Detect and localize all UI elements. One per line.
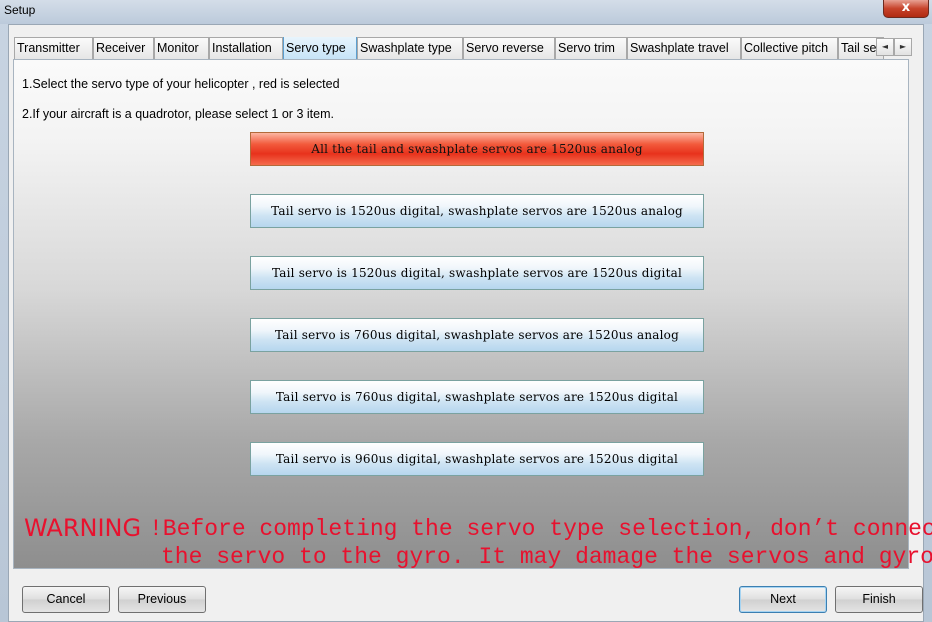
previous-button[interactable]: Previous (118, 586, 206, 613)
tab-transmitter[interactable]: Transmitter (14, 37, 93, 59)
servo-option-1-button[interactable]: All the tail and swashplate servos are 1… (250, 132, 704, 166)
setup-dialog: Transmitter Receiver Monitor Installatio… (8, 24, 932, 622)
next-button[interactable]: Next (739, 586, 827, 613)
tab-scroll-left-icon[interactable]: ◄ (876, 38, 894, 56)
instruction-line-2: 2.If your aircraft is a quadrotor, pleas… (22, 107, 334, 121)
servo-option-3-button[interactable]: Tail servo is 1520us digital, swashplate… (250, 256, 704, 290)
tab-collective-pitch[interactable]: Collective pitch (741, 37, 838, 59)
tab-monitor[interactable]: Monitor (154, 37, 209, 59)
servo-option-6-button[interactable]: Tail servo is 960us digital, swashplate … (250, 442, 704, 476)
instruction-line-1: 1.Select the servo type of your helicopt… (22, 77, 340, 91)
tab-installation[interactable]: Installation (209, 37, 283, 59)
tab-strip: Transmitter Receiver Monitor Installatio… (14, 37, 884, 59)
close-button[interactable]: x (883, 0, 929, 18)
servo-type-page: 1.Select the servo type of your helicopt… (13, 59, 932, 570)
tab-servo-reverse[interactable]: Servo reverse (463, 37, 555, 59)
cancel-button[interactable]: Cancel (22, 586, 110, 613)
tab-swashplate-type[interactable]: Swashplate type (357, 37, 463, 59)
warning-line-1: !Before completing the servo type select… (149, 516, 932, 542)
servo-option-2-button[interactable]: Tail servo is 1520us digital, swashplate… (250, 194, 704, 228)
servo-option-4-button[interactable]: Tail servo is 760us digital, swashplate … (250, 318, 704, 352)
warning-line-2: the servo to the gyro. It may damage the… (161, 544, 932, 570)
tab-scroll-right-icon[interactable]: ► (894, 38, 912, 56)
tab-receiver[interactable]: Receiver (93, 37, 154, 59)
servo-option-5-button[interactable]: Tail servo is 760us digital, swashplate … (250, 380, 704, 414)
tab-swashplate-travel[interactable]: Swashplate travel (627, 37, 741, 59)
warning-label: WARNING (24, 514, 142, 542)
finish-button[interactable]: Finish (835, 586, 923, 613)
tab-servo-type[interactable]: Servo type (283, 37, 357, 59)
tab-servo-trim[interactable]: Servo trim (555, 37, 627, 59)
title-bar: Setup x (0, 0, 932, 24)
window-title: Setup (4, 3, 36, 17)
